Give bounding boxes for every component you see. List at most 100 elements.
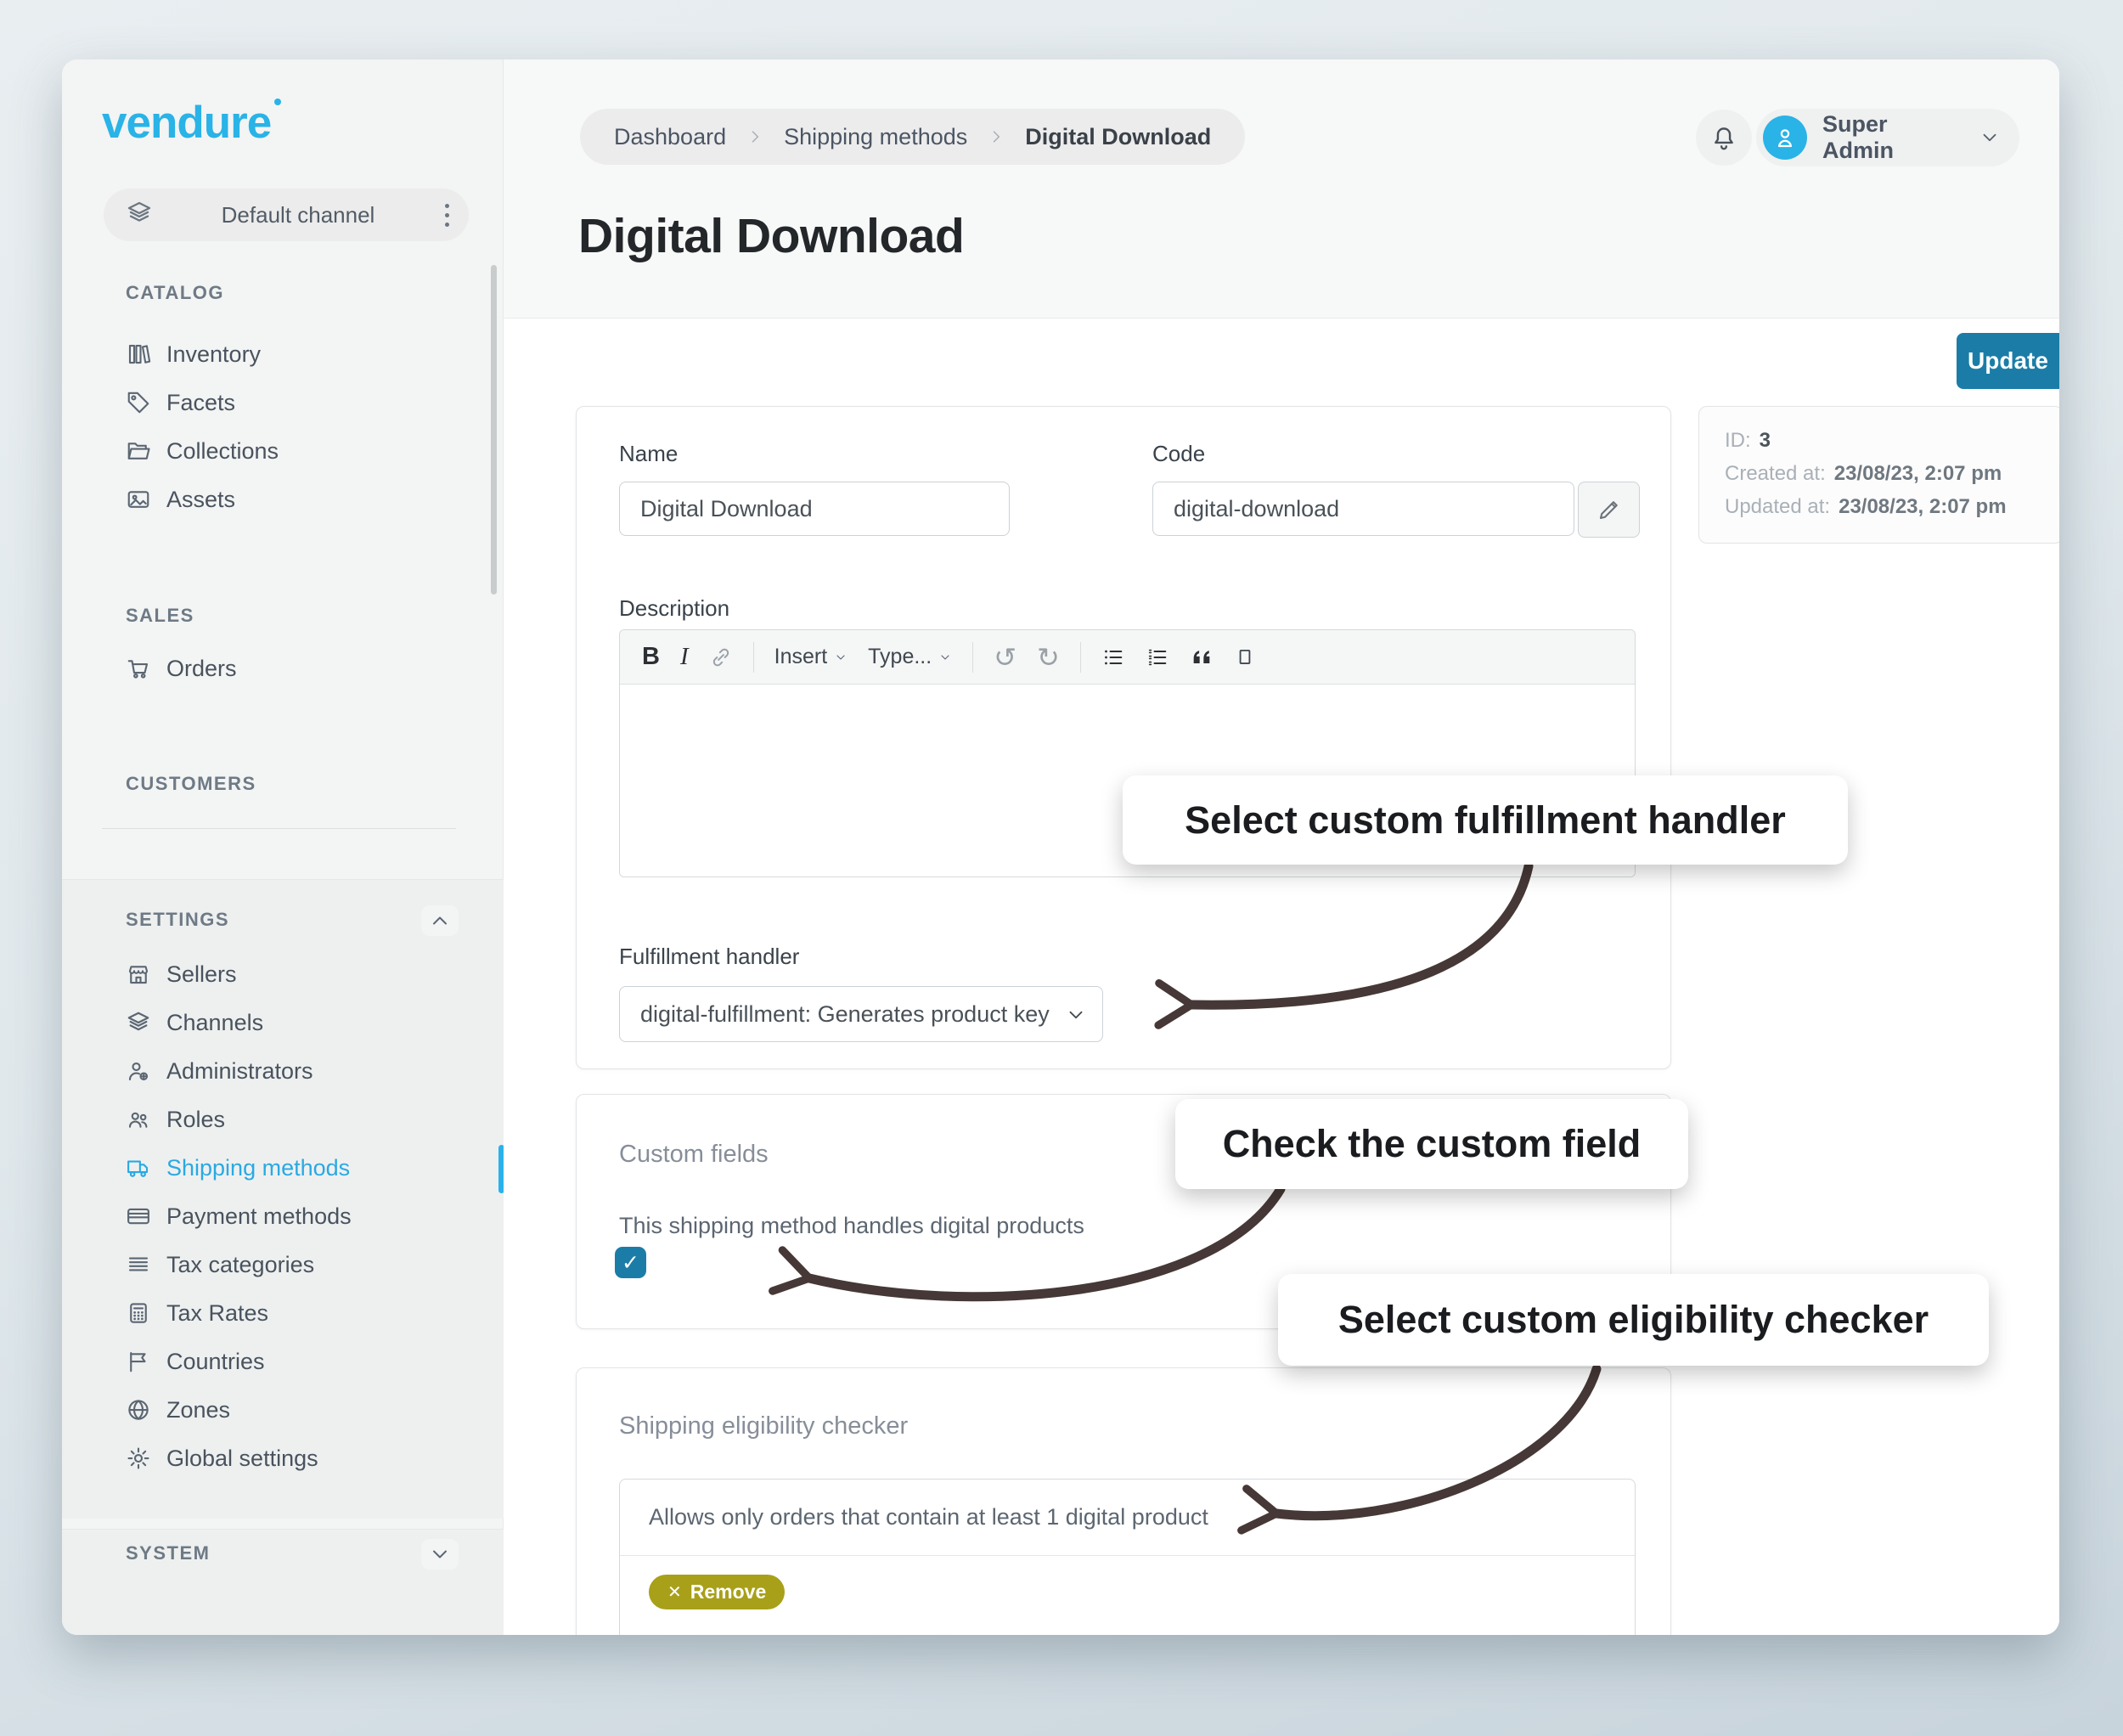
header-band: [504, 59, 2059, 318]
sidebar-item-zones[interactable]: Zones: [126, 1395, 230, 1424]
type-menu[interactable]: Type...: [868, 645, 952, 669]
toolbar-divider: [753, 642, 754, 673]
meta-id: ID: 3: [1725, 429, 2037, 453]
flag-icon: [126, 1349, 151, 1374]
bold-button[interactable]: B: [642, 643, 660, 671]
section-settings: SETTINGS: [126, 909, 229, 931]
name-label: Name: [619, 441, 678, 467]
channel-label: Default channel: [153, 202, 443, 228]
sidebar-item-channels[interactable]: Channels: [126, 1008, 263, 1037]
sidebar-item-countries[interactable]: Countries: [126, 1347, 265, 1376]
name-input[interactable]: [619, 482, 1010, 536]
sidebar-item-orders[interactable]: Orders: [126, 654, 237, 683]
layers-icon: [126, 200, 153, 231]
code-input[interactable]: [1152, 482, 1574, 536]
inventory-icon: [126, 341, 151, 367]
ordered-list-icon[interactable]: [1146, 645, 1169, 669]
user-gear-icon: [126, 1058, 151, 1084]
sidebar-item-inventory[interactable]: Inventory: [126, 340, 261, 369]
description-label: Description: [619, 595, 729, 622]
cart-icon: [126, 656, 151, 681]
bullet-list-icon[interactable]: [1101, 645, 1125, 669]
detail-form-card: Name Code Description B I: [576, 406, 1671, 1069]
breadcrumb-current: Digital Download: [1025, 124, 1211, 150]
digital-products-checkbox[interactable]: ✓: [615, 1247, 646, 1278]
block-icon[interactable]: [1234, 646, 1256, 668]
chevron-right-icon: [988, 128, 1005, 145]
close-icon: ✕: [667, 1581, 682, 1603]
eligibility-checker-box: Allows only orders that contain at least…: [619, 1479, 1636, 1635]
section-sales: SALES: [126, 605, 194, 627]
layers-icon: [126, 1010, 151, 1035]
breadcrumb-dashboard[interactable]: Dashboard: [614, 124, 726, 150]
sidebar-item-collections[interactable]: Collections: [126, 437, 279, 465]
user-icon: [1771, 124, 1799, 151]
breadcrumb: Dashboard Shipping methods Digital Downl…: [580, 109, 1245, 165]
sidebar-item-global-settings[interactable]: Global settings: [126, 1444, 318, 1473]
sidebar-item-shipping-methods[interactable]: Shipping methods: [126, 1153, 350, 1182]
chevron-down-icon: [1065, 1004, 1087, 1026]
divider: [620, 1555, 1635, 1556]
vendure-logo: vendure: [102, 97, 281, 149]
channel-menu-icon[interactable]: [443, 204, 450, 227]
sidebar-item-roles[interactable]: Roles: [126, 1105, 225, 1134]
user-menu[interactable]: Super Admin: [1756, 109, 2019, 166]
sidebar-item-tax-categories[interactable]: Tax categories: [126, 1250, 314, 1279]
sidebar-item-facets[interactable]: Facets: [126, 388, 235, 417]
sidebar-item-tax-rates[interactable]: Tax Rates: [126, 1299, 268, 1327]
chevron-down-icon: [938, 651, 952, 664]
editor-toolbar: B I Insert Type... ↺: [620, 630, 1635, 685]
italic-button[interactable]: I: [680, 643, 689, 671]
image-icon: [126, 487, 151, 512]
app-window: vendure Default channel CATALOG Inventor…: [62, 59, 2059, 1635]
section-catalog: CATALOG: [126, 282, 224, 304]
credit-card-icon: [126, 1203, 151, 1229]
list-lines-icon: [126, 1252, 151, 1277]
chevron-down-icon: [1979, 127, 2001, 149]
storefront-icon: [126, 961, 151, 987]
sidebar-item-assets[interactable]: Assets: [126, 485, 235, 514]
sidebar-scrollbar[interactable]: [491, 265, 497, 595]
link-icon[interactable]: [709, 645, 733, 669]
page-title: Digital Download: [578, 208, 964, 264]
gear-icon: [126, 1446, 151, 1471]
chevron-down-icon: [428, 1542, 452, 1566]
callout-custom-field: Check the custom field: [1175, 1099, 1688, 1189]
breadcrumb-shipping-methods[interactable]: Shipping methods: [784, 124, 967, 150]
remove-checker-button[interactable]: ✕ Remove: [649, 1575, 785, 1609]
channel-switcher[interactable]: Default channel: [104, 189, 469, 241]
update-button[interactable]: Update: [1957, 333, 2059, 389]
undo-button[interactable]: ↺: [994, 641, 1016, 674]
chevron-right-icon: [746, 128, 763, 145]
code-label: Code: [1152, 441, 1205, 467]
tag-icon: [126, 390, 151, 415]
sidebar: vendure Default channel CATALOG Inventor…: [62, 59, 504, 1635]
expand-system-button[interactable]: [421, 1539, 459, 1570]
edit-code-button[interactable]: [1578, 482, 1640, 538]
pencil-icon: [1596, 497, 1622, 522]
blockquote-icon[interactable]: [1190, 645, 1214, 669]
fulfillment-handler-select[interactable]: digital-fulfillment: Generates product k…: [619, 986, 1103, 1042]
collapse-settings-button[interactable]: [421, 905, 459, 936]
truck-icon: [126, 1155, 151, 1181]
eligibility-title: Shipping eligibility checker: [619, 1412, 908, 1440]
chevron-up-icon: [428, 909, 452, 933]
section-customers: CUSTOMERS: [126, 773, 256, 795]
eligibility-description: Allows only orders that contain at least…: [649, 1480, 1208, 1555]
eligibility-checker-card: Shipping eligibility checker Allows only…: [576, 1367, 1671, 1635]
chevron-down-icon: [834, 651, 848, 664]
fulfillment-handler-label: Fulfillment handler: [619, 944, 799, 970]
redo-button[interactable]: ↻: [1037, 641, 1060, 674]
insert-menu[interactable]: Insert: [774, 645, 848, 669]
page-background: vendure Default channel CATALOG Inventor…: [0, 0, 2123, 1736]
notifications-button[interactable]: [1696, 110, 1752, 166]
entity-meta-panel: ID: 3 Created at: 23/08/23, 2:07 pm Upda…: [1698, 406, 2059, 544]
bell-icon: [1709, 123, 1738, 152]
check-icon: ✓: [622, 1250, 639, 1276]
sidebar-item-sellers[interactable]: Sellers: [126, 960, 237, 989]
toolbar-divider: [972, 642, 973, 673]
sidebar-item-payment-methods[interactable]: Payment methods: [126, 1202, 352, 1231]
sidebar-item-administrators[interactable]: Administrators: [126, 1057, 313, 1085]
section-system: SYSTEM: [126, 1542, 210, 1564]
meta-updated: Updated at: 23/08/23, 2:07 pm: [1725, 495, 2037, 519]
